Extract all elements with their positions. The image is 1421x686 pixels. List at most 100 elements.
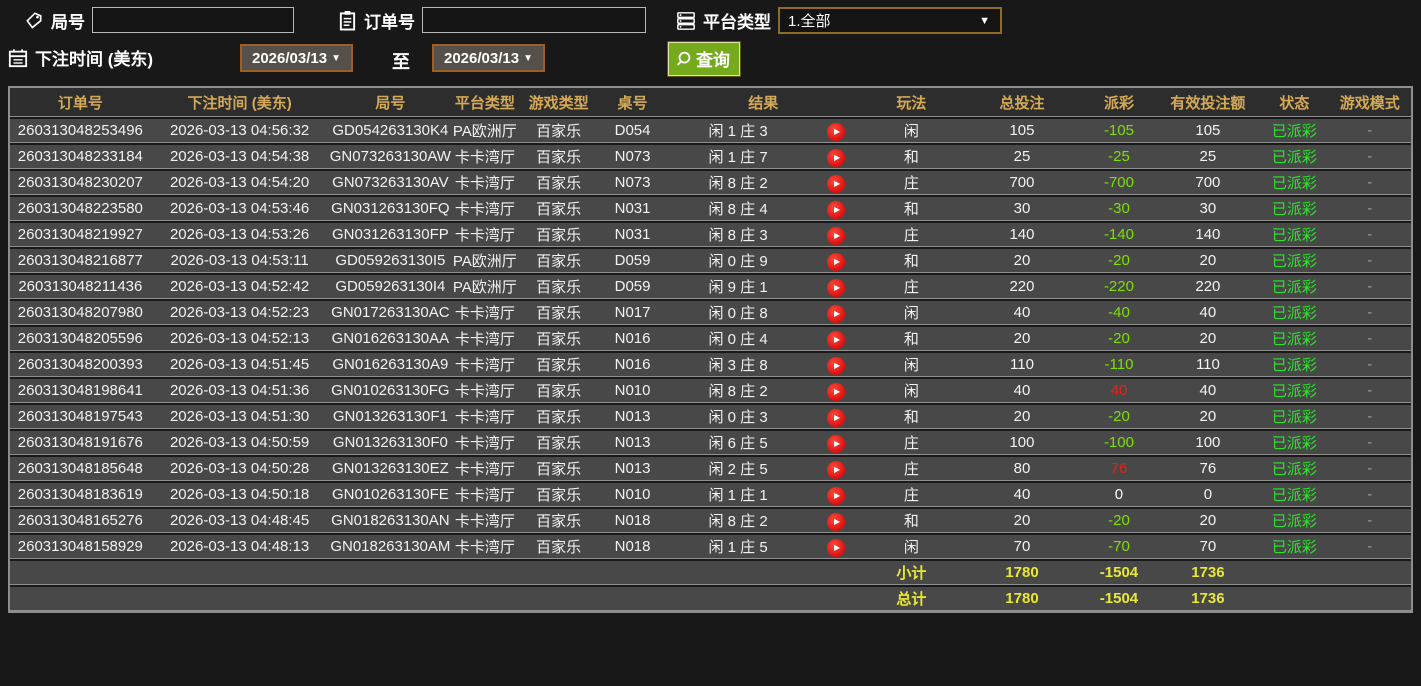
cell-order-id: 260313048198641 — [10, 377, 151, 403]
play-icon[interactable]: ▶ — [827, 330, 846, 349]
cell-play-type: 闲 — [861, 299, 962, 325]
order-input[interactable] — [422, 7, 646, 33]
cell-table-no: N013 — [599, 429, 666, 455]
cell-game-mode: - — [1328, 455, 1411, 481]
cell-game-mode: - — [1328, 221, 1411, 247]
subtotal-label: 小计 — [861, 559, 962, 585]
cell-game-mode: - — [1328, 195, 1411, 221]
play-icon[interactable]: ▶ — [827, 174, 846, 193]
cell-order-id: 260313048211436 — [10, 273, 151, 299]
calendar-icon — [8, 48, 28, 68]
cell-bet-time: 2026-03-13 04:48:13 — [150, 533, 329, 559]
cell-game-type: 百家乐 — [517, 455, 600, 481]
cell-play-type: 闲 — [861, 351, 962, 377]
grand-total-label: 总计 — [861, 585, 962, 611]
cell-bet-time: 2026-03-13 04:53:11 — [150, 247, 329, 273]
cell-total-bet: 20 — [961, 325, 1083, 351]
chevron-down-icon: ▼ — [523, 52, 533, 64]
date-from-select[interactable]: 2026/03/13 ▼ — [240, 44, 353, 72]
cell-platform-type: 卡卡湾厅 — [452, 455, 518, 481]
cell-game-type: 百家乐 — [517, 507, 600, 533]
search-icon — [675, 50, 693, 68]
cell-replay: ▶ — [810, 455, 862, 481]
cell-valid-bet: 40 — [1155, 377, 1261, 403]
cell-status: 已派彩 — [1260, 351, 1329, 377]
cell-round-id: GN031263130FP — [328, 221, 453, 247]
cell-game-type: 百家乐 — [517, 221, 600, 247]
play-icon[interactable]: ▶ — [827, 512, 846, 531]
play-icon[interactable]: ▶ — [827, 200, 846, 219]
cell-payout: -20 — [1082, 507, 1156, 533]
cell-bet-time: 2026-03-13 04:53:26 — [150, 221, 329, 247]
cell-bet-time: 2026-03-13 04:50:28 — [150, 455, 329, 481]
cell-play-type: 庄 — [861, 429, 962, 455]
bet-time-group: 下注时间 (美东) — [8, 45, 153, 70]
cell-valid-bet: 76 — [1155, 455, 1261, 481]
cell-result: 闲 1 庄 1 — [665, 481, 811, 507]
table-row: 260313048253496 2026-03-13 04:56:32 GD05… — [10, 117, 1411, 143]
cell-replay: ▶ — [810, 221, 862, 247]
cell-platform-type: PA欧洲厅 — [452, 273, 518, 299]
cell-valid-bet: 20 — [1155, 507, 1261, 533]
cell-status: 已派彩 — [1260, 169, 1329, 195]
grand-total-total-bet: 1780 — [961, 585, 1083, 611]
table-body: 260313048253496 2026-03-13 04:56:32 GD05… — [10, 117, 1411, 559]
play-icon[interactable]: ▶ — [827, 148, 846, 167]
play-icon[interactable]: ▶ — [827, 408, 846, 427]
cell-table-no: N018 — [599, 507, 666, 533]
cell-table-no: N010 — [599, 481, 666, 507]
cell-order-id: 260313048216877 — [10, 247, 151, 273]
cell-game-mode: - — [1328, 273, 1411, 299]
play-icon[interactable]: ▶ — [827, 460, 846, 479]
cell-game-mode: - — [1328, 299, 1411, 325]
table-row: 260313048223580 2026-03-13 04:53:46 GN03… — [10, 195, 1411, 221]
server-list-icon — [676, 11, 696, 31]
date-to-select[interactable]: 2026/03/13 ▼ — [432, 44, 545, 72]
cell-play-type: 闲 — [861, 117, 962, 143]
play-icon[interactable]: ▶ — [827, 434, 846, 453]
play-icon[interactable]: ▶ — [827, 278, 846, 297]
search-button[interactable]: 查询 — [668, 42, 740, 76]
cell-table-no: D054 — [599, 117, 666, 143]
cell-result: 闲 8 庄 2 — [665, 507, 811, 533]
play-icon[interactable]: ▶ — [827, 226, 846, 245]
play-icon[interactable]: ▶ — [827, 252, 846, 271]
round-input[interactable] — [92, 7, 294, 33]
cell-result: 闲 6 庄 5 — [665, 429, 811, 455]
platform-select[interactable]: 1.全部 ▼ — [778, 7, 1002, 34]
cell-game-mode: - — [1328, 351, 1411, 377]
cell-total-bet: 105 — [961, 117, 1083, 143]
table-row: 260313048230207 2026-03-13 04:54:20 GN07… — [10, 169, 1411, 195]
cell-total-bet: 20 — [961, 403, 1083, 429]
cell-status: 已派彩 — [1260, 455, 1329, 481]
cell-result: 闲 1 庄 7 — [665, 143, 811, 169]
table-row: 260313048205596 2026-03-13 04:52:13 GN01… — [10, 325, 1411, 351]
cell-platform-type: PA欧洲厅 — [452, 247, 518, 273]
cell-order-id: 260313048200393 — [10, 351, 151, 377]
cell-status: 已派彩 — [1260, 247, 1329, 273]
cell-result: 闲 2 庄 5 — [665, 455, 811, 481]
cell-status: 已派彩 — [1260, 533, 1329, 559]
cell-replay: ▶ — [810, 377, 862, 403]
cell-status: 已派彩 — [1260, 481, 1329, 507]
cell-game-mode: - — [1328, 143, 1411, 169]
cell-bet-time: 2026-03-13 04:52:13 — [150, 325, 329, 351]
cell-order-id: 260313048219927 — [10, 221, 151, 247]
cell-game-mode: - — [1328, 507, 1411, 533]
header-round-id: 局号 — [328, 88, 453, 117]
cell-total-bet: 110 — [961, 351, 1083, 377]
play-icon[interactable]: ▶ — [827, 486, 846, 505]
play-icon[interactable]: ▶ — [827, 122, 846, 141]
cell-round-id: GN016263130AA — [328, 325, 453, 351]
play-icon[interactable]: ▶ — [827, 356, 846, 375]
cell-replay: ▶ — [810, 481, 862, 507]
cell-payout: -100 — [1082, 429, 1156, 455]
cell-play-type: 庄 — [861, 481, 962, 507]
play-icon[interactable]: ▶ — [827, 538, 846, 557]
cell-game-mode: - — [1328, 403, 1411, 429]
cell-replay: ▶ — [810, 273, 862, 299]
play-icon[interactable]: ▶ — [827, 382, 846, 401]
play-icon[interactable]: ▶ — [827, 304, 846, 323]
cell-status: 已派彩 — [1260, 143, 1329, 169]
cell-table-no: N013 — [599, 403, 666, 429]
